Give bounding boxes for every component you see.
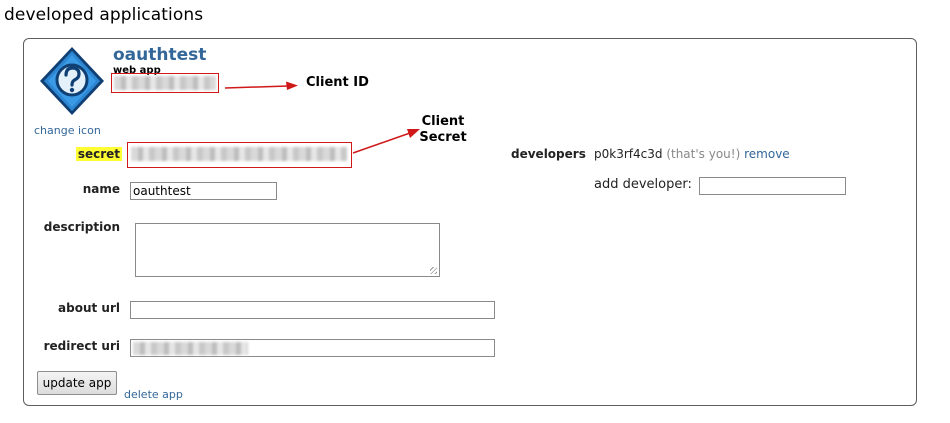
name-label: name bbox=[82, 182, 120, 196]
resize-grip-icon[interactable] bbox=[430, 267, 437, 274]
add-developer-label: add developer: bbox=[594, 177, 692, 192]
name-input[interactable] bbox=[130, 182, 277, 200]
delete-app-link[interactable]: delete app bbox=[124, 388, 183, 401]
change-icon-link[interactable]: change icon bbox=[34, 124, 101, 137]
about-url-input[interactable] bbox=[130, 301, 495, 319]
developer-note: (that's you!) bbox=[666, 147, 741, 161]
client-id-arrow bbox=[224, 81, 298, 90]
developers-label: developers bbox=[511, 147, 586, 161]
developer-username: p0k3rf4c3d bbox=[594, 147, 663, 161]
add-developer-input[interactable] bbox=[699, 177, 846, 195]
app-name: oauthtest bbox=[113, 45, 207, 65]
redirect-uri-label: redirect uri bbox=[43, 339, 120, 353]
question-mark-icon[interactable] bbox=[38, 45, 106, 117]
update-app-button[interactable]: update app bbox=[37, 371, 117, 395]
page-title: developed applications bbox=[4, 5, 204, 25]
client-secret-annotation: Client Secret bbox=[417, 114, 469, 146]
description-textarea[interactable] bbox=[135, 223, 440, 277]
secret-label: secret bbox=[60, 147, 122, 161]
client-secret-annotation-line1: Client bbox=[421, 114, 465, 129]
client-secret-annotation-line2: Secret bbox=[419, 130, 467, 145]
client-id-annotation: Client ID bbox=[306, 75, 369, 90]
client-secret-arrow bbox=[352, 129, 420, 154]
developer-entry: p0k3rf4c3d (that's you!) remove bbox=[594, 147, 790, 161]
remove-developer-link[interactable]: remove bbox=[744, 147, 790, 161]
secret-label-text: secret bbox=[75, 147, 122, 161]
client-id-highlight bbox=[111, 73, 219, 93]
about-url-label: about url bbox=[58, 301, 120, 315]
redirect-uri-value bbox=[133, 342, 248, 355]
description-label: description bbox=[43, 220, 120, 234]
secret-highlight bbox=[127, 142, 352, 168]
